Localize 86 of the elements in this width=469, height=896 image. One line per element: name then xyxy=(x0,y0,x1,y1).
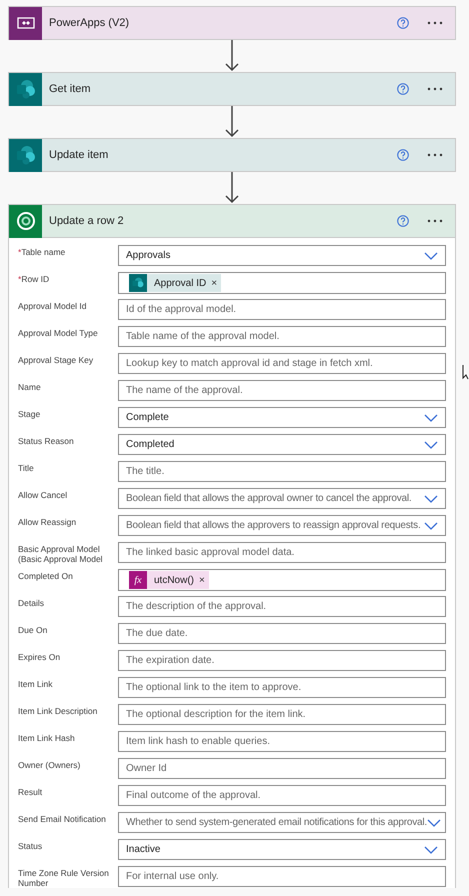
input-field[interactable]: The title. xyxy=(118,461,446,482)
field-label: Stage xyxy=(18,408,42,421)
action-card-header[interactable]: Update item xyxy=(8,138,456,172)
sharepoint-logo-icon xyxy=(16,145,36,165)
input-field[interactable]: For internal use only. xyxy=(118,866,446,887)
chevron-down-icon xyxy=(424,522,438,530)
input-field[interactable]: The due date. xyxy=(118,623,446,644)
connector-arrow xyxy=(225,106,239,138)
sharepoint-logo-icon xyxy=(16,79,36,99)
field-label: Approval Model Id xyxy=(18,300,88,313)
help-icon[interactable] xyxy=(397,17,409,29)
field-label: *Row ID xyxy=(18,273,50,286)
field-label: Expires On xyxy=(18,651,62,664)
field-label: Completed On xyxy=(18,570,74,583)
help-icon[interactable] xyxy=(397,149,409,161)
field-label: Status Reason xyxy=(18,435,75,448)
dropdown-field[interactable]: Complete xyxy=(118,407,446,428)
field-label: Approval Stage Key xyxy=(18,354,94,367)
field-label: Title xyxy=(18,462,35,475)
input-field[interactable]: The linked basic approval model data. xyxy=(118,542,446,563)
help-icon[interactable] xyxy=(397,215,409,227)
input-field[interactable]: The optional description for the item link. xyxy=(118,704,446,725)
input-field[interactable]: Owner Id xyxy=(118,758,446,779)
field-label: Owner (Owners) xyxy=(18,759,82,772)
action-title: Get item xyxy=(49,82,92,97)
field-label: Item Link xyxy=(18,678,54,691)
chevron-down-icon xyxy=(424,414,438,422)
field-label: Basic Approval Model (Basic Approval Model xyxy=(18,543,104,564)
input-field[interactable]: fx utcNow() × xyxy=(118,569,446,591)
dropdown-field[interactable]: Boolean field that allows the approval owner to cancel the approval. xyxy=(118,488,446,509)
dropdown-field[interactable]: Whether to send system-generated email notifications for this approval. xyxy=(118,812,446,833)
input-field[interactable]: Final outcome of the approval. xyxy=(118,785,446,806)
input-field[interactable]: Id of the approval model. xyxy=(118,299,446,320)
field-label: Name xyxy=(18,381,42,394)
chevron-down-icon xyxy=(424,494,438,502)
dropdown-field[interactable]: Inactive xyxy=(118,839,446,860)
dynamic-content-token[interactable]: Approval ID × xyxy=(129,274,222,292)
expression-icon: fx xyxy=(129,571,147,589)
chevron-down-icon xyxy=(424,440,438,448)
more-options-icon[interactable] xyxy=(427,219,443,223)
more-options-icon[interactable] xyxy=(427,153,443,157)
chevron-down-icon xyxy=(426,818,441,826)
action-card-header[interactable]: Update a row 2 xyxy=(8,204,456,238)
field-label: Allow Cancel xyxy=(18,489,68,502)
field-label: Result xyxy=(18,786,44,799)
action-card-header[interactable]: Get item xyxy=(8,72,456,106)
action-title: Update a row 2 xyxy=(49,214,125,229)
input-field[interactable]: The expiration date. xyxy=(118,650,446,671)
remove-token-button[interactable]: × xyxy=(211,276,218,290)
connector-arrow xyxy=(225,40,239,72)
action-title: Update item xyxy=(49,148,110,163)
input-field[interactable]: Item link hash to enable queries. xyxy=(118,731,446,752)
chevron-down-icon xyxy=(424,846,438,854)
input-field[interactable]: Table name of the approval model. xyxy=(118,326,446,347)
field-label: Item Link Hash xyxy=(18,732,76,745)
sharepoint-logo-icon xyxy=(132,277,144,289)
dropdown-field[interactable]: Approvals xyxy=(118,245,446,266)
dropdown-field[interactable]: Completed xyxy=(118,434,446,455)
input-field[interactable]: Approval ID × xyxy=(118,272,446,294)
app-logo-icon xyxy=(16,16,36,30)
action-title: PowerApps (V2) xyxy=(49,16,130,31)
field-label: Allow Reassign xyxy=(18,516,78,529)
remove-token-button[interactable]: × xyxy=(199,572,205,588)
token-label: utcNow() xyxy=(154,574,194,588)
field-label: Details xyxy=(18,597,45,610)
input-field[interactable]: Lookup key to match approval id and stage in fetch xml. xyxy=(118,353,446,374)
field-label: Item Link Description xyxy=(18,705,98,718)
token-label: Approval ID xyxy=(154,276,206,290)
connector-arrow xyxy=(225,172,239,204)
field-label: Due On xyxy=(18,624,48,637)
field-label: Approval Model Type xyxy=(18,327,99,340)
field-label: Send Email Notification xyxy=(18,813,107,826)
more-options-icon[interactable] xyxy=(427,87,443,91)
dropdown-field[interactable]: Boolean field that allows the approvers to reassign approval requests. xyxy=(118,515,446,536)
chevron-down-icon xyxy=(424,252,438,260)
field-label: Status xyxy=(18,840,44,853)
dynamic-content-token[interactable]: fx utcNow() × xyxy=(129,571,209,589)
help-icon[interactable] xyxy=(397,83,409,95)
input-field[interactable]: The description of the approval. xyxy=(118,596,446,617)
dataverse-logo-icon xyxy=(16,211,36,231)
action-card-header[interactable]: PowerApps (V2) xyxy=(8,6,456,40)
field-label: Time Zone Rule Version Number xyxy=(18,867,110,888)
more-options-icon[interactable] xyxy=(427,21,443,25)
input-field[interactable]: The name of the approval. xyxy=(118,380,446,401)
field-label: *Table name xyxy=(18,246,66,259)
input-field[interactable]: The optional link to the item to approve. xyxy=(118,677,446,698)
